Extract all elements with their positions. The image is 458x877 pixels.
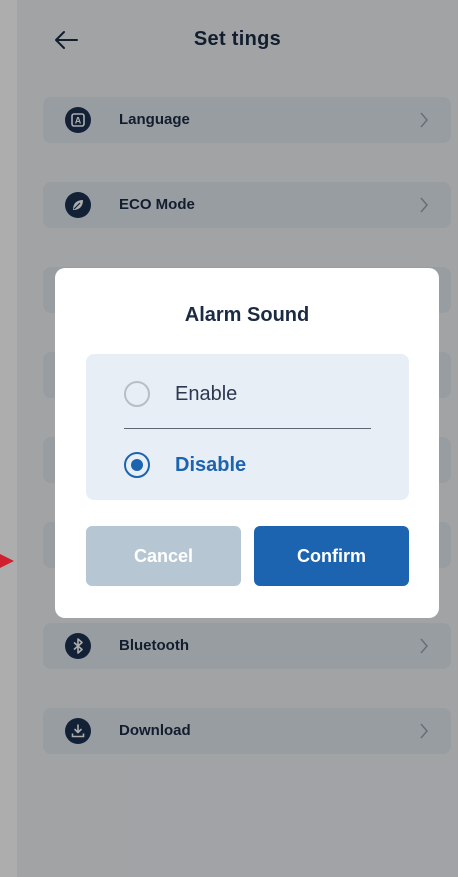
alarm-sound-dialog: Alarm Sound Enable Disable Cancel Confir… bbox=[55, 268, 439, 618]
option-disable[interactable]: Disable bbox=[124, 446, 374, 486]
radio-unchecked-icon[interactable] bbox=[124, 381, 150, 407]
confirm-button[interactable]: Confirm bbox=[254, 526, 409, 586]
option-label: Disable bbox=[175, 454, 247, 476]
option-enable[interactable]: Enable bbox=[124, 375, 374, 415]
radio-checked-icon[interactable] bbox=[124, 452, 150, 478]
pointer-arrow-icon bbox=[0, 554, 14, 568]
divider bbox=[124, 428, 371, 429]
cancel-button[interactable]: Cancel bbox=[86, 526, 241, 586]
dialog-title: Alarm Sound bbox=[184, 304, 310, 326]
options-group: Enable Disable bbox=[86, 354, 409, 500]
option-label: Enable bbox=[175, 383, 238, 405]
